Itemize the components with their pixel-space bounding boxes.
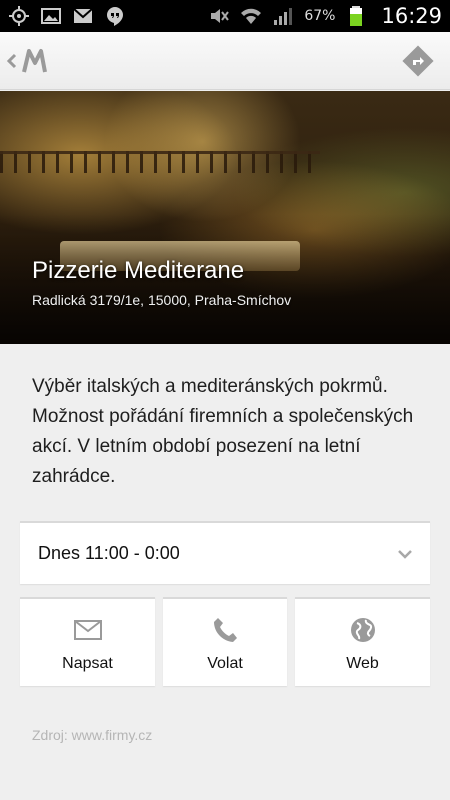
gmail-icon: [72, 5, 94, 27]
gps-icon: [8, 5, 30, 27]
mute-icon: [208, 5, 230, 27]
battery-icon: [345, 5, 367, 27]
battery-percent: 67%: [304, 8, 336, 24]
gallery-icon: [40, 5, 62, 27]
place-address: Radlická 3179/1e, 15000, Praha-Smíchov: [32, 292, 292, 308]
globe-icon: [350, 617, 376, 643]
notification-icons: [8, 5, 126, 27]
system-icons: 67% 16:29: [208, 4, 442, 28]
call-label: Volat: [207, 655, 243, 672]
hangouts-icon: [104, 5, 126, 27]
wifi-icon: [240, 5, 262, 27]
photo-balcony: [0, 151, 320, 173]
signal-icon: [272, 5, 294, 27]
place-name: Pizzerie Mediterane: [32, 257, 245, 284]
web-button[interactable]: Web: [295, 597, 430, 686]
directions-icon: [402, 44, 434, 77]
chevron-left-icon: [6, 53, 17, 68]
web-label: Web: [346, 655, 379, 672]
up-navigation-button[interactable]: [6, 48, 48, 74]
place-header: Pizzerie Mediterane Radlická 3179/1e, 15…: [32, 256, 291, 310]
call-button[interactable]: Volat: [163, 597, 287, 686]
contact-actions: Napsat Volat Web: [20, 597, 430, 686]
opening-hours-dropdown[interactable]: Dnes 11:00 - 0:00: [20, 521, 430, 584]
phone-icon: [213, 617, 237, 643]
clock: 16:29: [381, 4, 442, 28]
place-photo: Pizzerie Mediterane Radlická 3179/1e, 15…: [0, 91, 450, 344]
source-attribution: Zdroj: www.firmy.cz: [32, 727, 153, 743]
write-label: Napsat: [62, 655, 113, 672]
chevron-down-icon: [398, 549, 412, 559]
mail-icon: [73, 617, 102, 643]
place-description: Výběr italských a mediteránských pokrmů.…: [32, 376, 414, 487]
app-logo-icon: [22, 48, 47, 72]
directions-button[interactable]: [398, 41, 438, 81]
opening-hours-text: Dnes 11:00 - 0:00: [38, 543, 180, 563]
action-bar: [0, 32, 450, 90]
status-bar: 67% 16:29: [0, 0, 450, 32]
write-button[interactable]: Napsat: [20, 597, 155, 686]
